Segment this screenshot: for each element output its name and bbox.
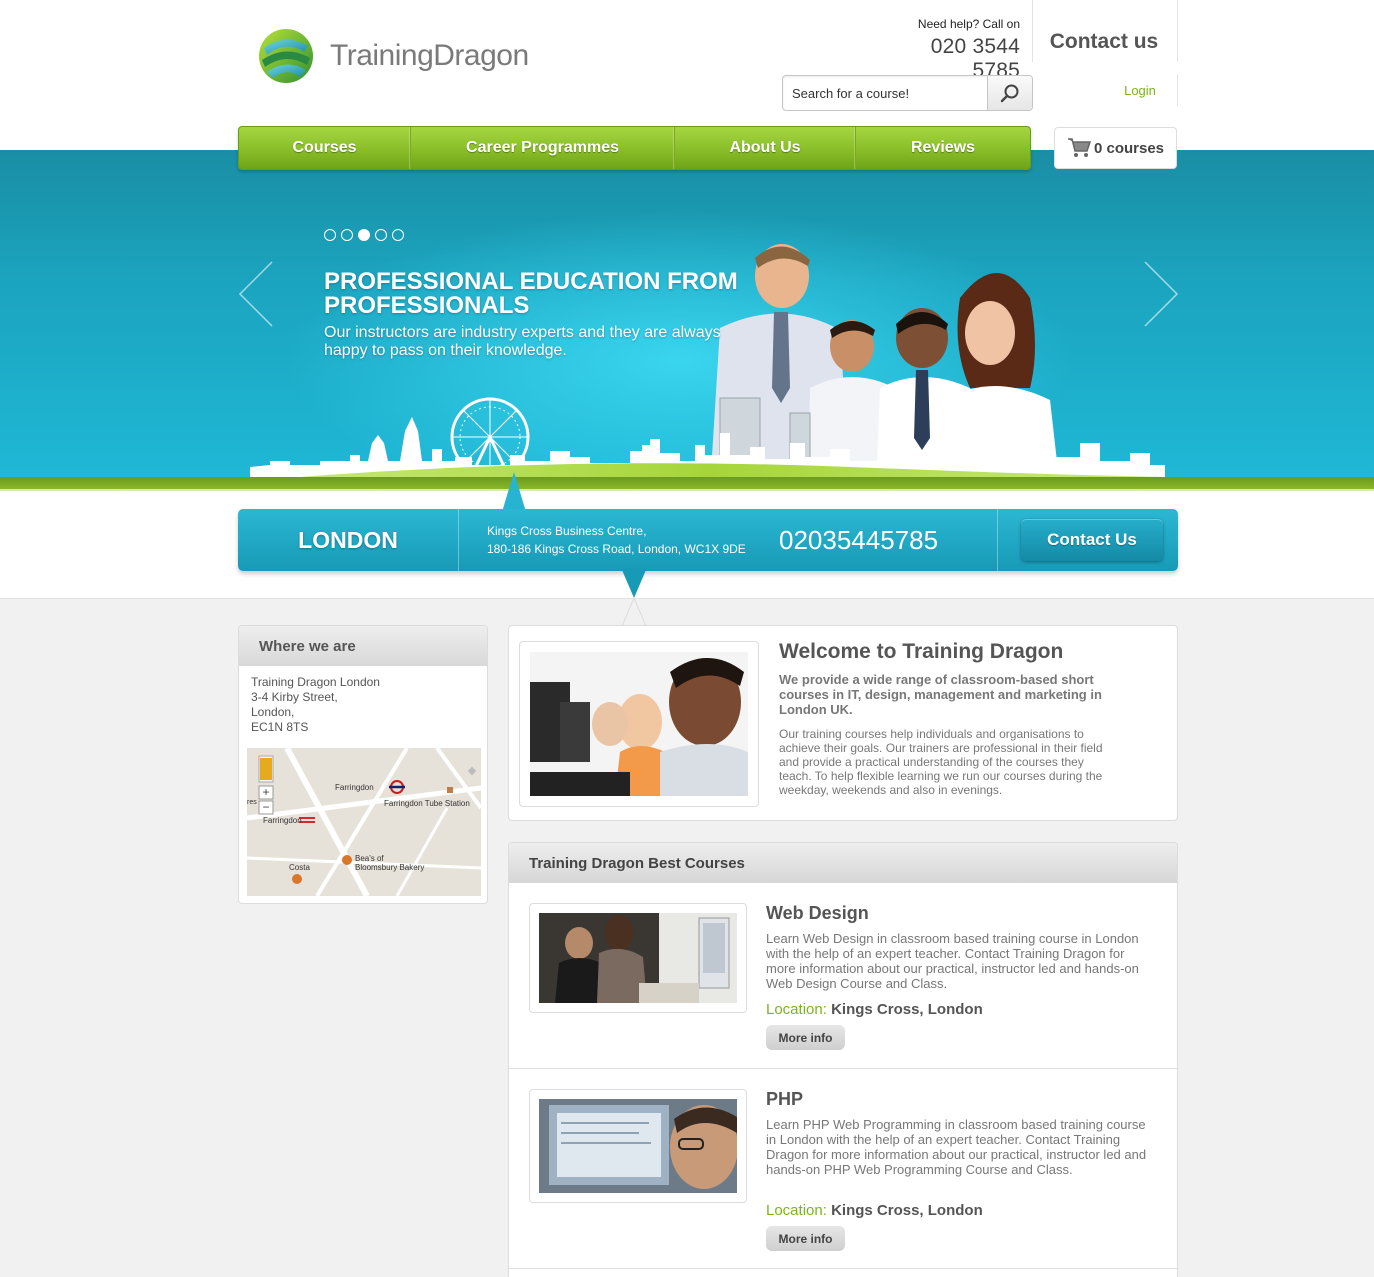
login-link[interactable]: Login bbox=[1104, 83, 1176, 98]
slider-next-arrow-icon[interactable] bbox=[1143, 260, 1179, 328]
address-line-2: 180-186 Kings Cross Road, London, WC1X 9… bbox=[487, 542, 746, 556]
nav-item-career-programmes[interactable]: Career Programmes bbox=[411, 127, 675, 169]
map-label: Farringdon Tube Station bbox=[384, 799, 470, 808]
location-phone[interactable]: 02035445785 bbox=[779, 525, 997, 556]
welcome-image bbox=[519, 641, 759, 807]
map-label: Bea's of bbox=[355, 854, 384, 863]
contact-us-link[interactable]: Contact us bbox=[1036, 30, 1172, 54]
more-info-button[interactable]: More info bbox=[766, 1226, 845, 1251]
address-line: 3-4 Kirby Street, bbox=[251, 690, 338, 704]
help-label: Need help? Call on bbox=[917, 17, 1020, 31]
location-map[interactable]: + − Farringdon Farringdon Tube Station F… bbox=[247, 748, 481, 896]
location-divider bbox=[997, 509, 998, 571]
main-nav: Courses Career Programmes About Us Revie… bbox=[238, 126, 1031, 170]
logo[interactable]: TrainingDragon bbox=[258, 28, 529, 84]
cart-icon bbox=[1067, 138, 1091, 157]
map-label: res bbox=[247, 799, 257, 806]
welcome-lead: We provide a wide range of classroom-bas… bbox=[779, 672, 1102, 717]
slider-dot-active[interactable] bbox=[358, 229, 370, 241]
contact-us-button[interactable]: Contact Us bbox=[1021, 519, 1163, 561]
address-line: EC1N 8TS bbox=[251, 720, 309, 734]
cart-button[interactable]: 0 courses bbox=[1054, 127, 1177, 169]
nav-item-reviews[interactable]: Reviews bbox=[856, 127, 1030, 169]
course-item: Web Design Learn Web Design in classroom… bbox=[509, 883, 1177, 1069]
address-line-1: Kings Cross Business Centre, bbox=[487, 524, 647, 538]
nav-item-about-us[interactable]: About Us bbox=[675, 127, 856, 169]
where-we-are-panel: Where we are Training Dragon London 3-4 … bbox=[238, 625, 488, 904]
course-image[interactable] bbox=[529, 903, 747, 1013]
slide-text: Our instructors are industry experts and… bbox=[324, 324, 721, 359]
search-input[interactable] bbox=[783, 76, 987, 110]
welcome-body: Our training courses help individuals an… bbox=[779, 727, 1103, 797]
address-line: London, bbox=[251, 705, 295, 719]
course-title[interactable]: PHP bbox=[766, 1089, 803, 1110]
hero-banner: PROFESSIONAL EDUCATION FROM PROFESSIONAL… bbox=[0, 150, 1374, 480]
location-pointer-bottom bbox=[622, 570, 646, 626]
map-label: Costa bbox=[289, 863, 310, 872]
slider-prev-arrow-icon[interactable] bbox=[238, 260, 274, 328]
welcome-title: Welcome to Training Dragon bbox=[779, 640, 1064, 663]
slider-dots bbox=[324, 229, 404, 241]
course-description: Learn Web Design in classroom based trai… bbox=[766, 931, 1139, 991]
web-design-class-image bbox=[539, 913, 737, 1003]
location-value: Kings Cross, London bbox=[831, 1202, 983, 1219]
slider-dot[interactable] bbox=[375, 229, 387, 241]
course-item: PHP Learn PHP Web Programming in classro… bbox=[509, 1069, 1177, 1269]
more-info-button[interactable]: More info bbox=[766, 1025, 845, 1050]
best-courses-title: Training Dragon Best Courses bbox=[509, 843, 1177, 883]
help-block: Need help? Call on 020 3544 5785 bbox=[880, 17, 1020, 83]
course-location: Location: Kings Cross, London bbox=[766, 1202, 983, 1219]
logo-text: TrainingDragon bbox=[330, 39, 529, 72]
location-label: Location: bbox=[766, 1001, 827, 1018]
search-icon bbox=[1000, 84, 1019, 103]
search-box bbox=[782, 75, 1033, 111]
best-courses-panel: Training Dragon Best Courses Web Design … bbox=[508, 842, 1178, 1277]
globe-logo-icon bbox=[259, 29, 313, 83]
map-label: Farringdon bbox=[335, 783, 374, 792]
map-label: Farringdon bbox=[263, 816, 302, 825]
header-divider bbox=[1032, 0, 1033, 62]
course-title[interactable]: Web Design bbox=[766, 903, 869, 924]
svg-text:+: + bbox=[262, 785, 269, 799]
location-label: Location: bbox=[766, 1202, 827, 1219]
slider-dot[interactable] bbox=[341, 229, 353, 241]
grass-strip bbox=[0, 477, 1374, 489]
search-button[interactable] bbox=[987, 76, 1032, 110]
svg-text:−: − bbox=[262, 800, 269, 814]
course-location: Location: Kings Cross, London bbox=[766, 1001, 983, 1018]
cart-label: 0 courses bbox=[1093, 139, 1165, 157]
header-divider bbox=[1177, 74, 1178, 106]
slider-dot[interactable] bbox=[324, 229, 336, 241]
location-city: LONDON bbox=[298, 526, 398, 553]
header-divider bbox=[1177, 0, 1178, 62]
where-we-are-title: Where we are bbox=[239, 626, 487, 666]
location-bar: LONDON Kings Cross Business Centre, 180-… bbox=[238, 509, 1178, 571]
address-line: Training Dragon London bbox=[251, 675, 380, 689]
location-address: Kings Cross Business Centre, 180-186 Kin… bbox=[459, 522, 779, 558]
location-pointer-top bbox=[502, 472, 526, 512]
course-description: Learn PHP Web Programming in classroom b… bbox=[766, 1117, 1147, 1177]
london-skyline-illustration bbox=[250, 397, 1170, 480]
slider-dot[interactable] bbox=[392, 229, 404, 241]
location-value: Kings Cross, London bbox=[831, 1001, 983, 1018]
nav-item-courses[interactable]: Courses bbox=[239, 127, 411, 169]
course-image[interactable] bbox=[529, 1089, 747, 1203]
grass-shadow bbox=[0, 489, 1374, 491]
php-class-image bbox=[539, 1099, 738, 1193]
slide-title: PROFESSIONAL EDUCATION FROM PROFESSIONAL… bbox=[324, 268, 738, 319]
students-at-computers-image bbox=[530, 652, 748, 796]
map-label: Bloomsbury Bakery bbox=[355, 863, 425, 872]
welcome-panel: Welcome to Training Dragon We provide a … bbox=[508, 625, 1178, 821]
office-address: Training Dragon London 3-4 Kirby Street,… bbox=[239, 666, 487, 744]
